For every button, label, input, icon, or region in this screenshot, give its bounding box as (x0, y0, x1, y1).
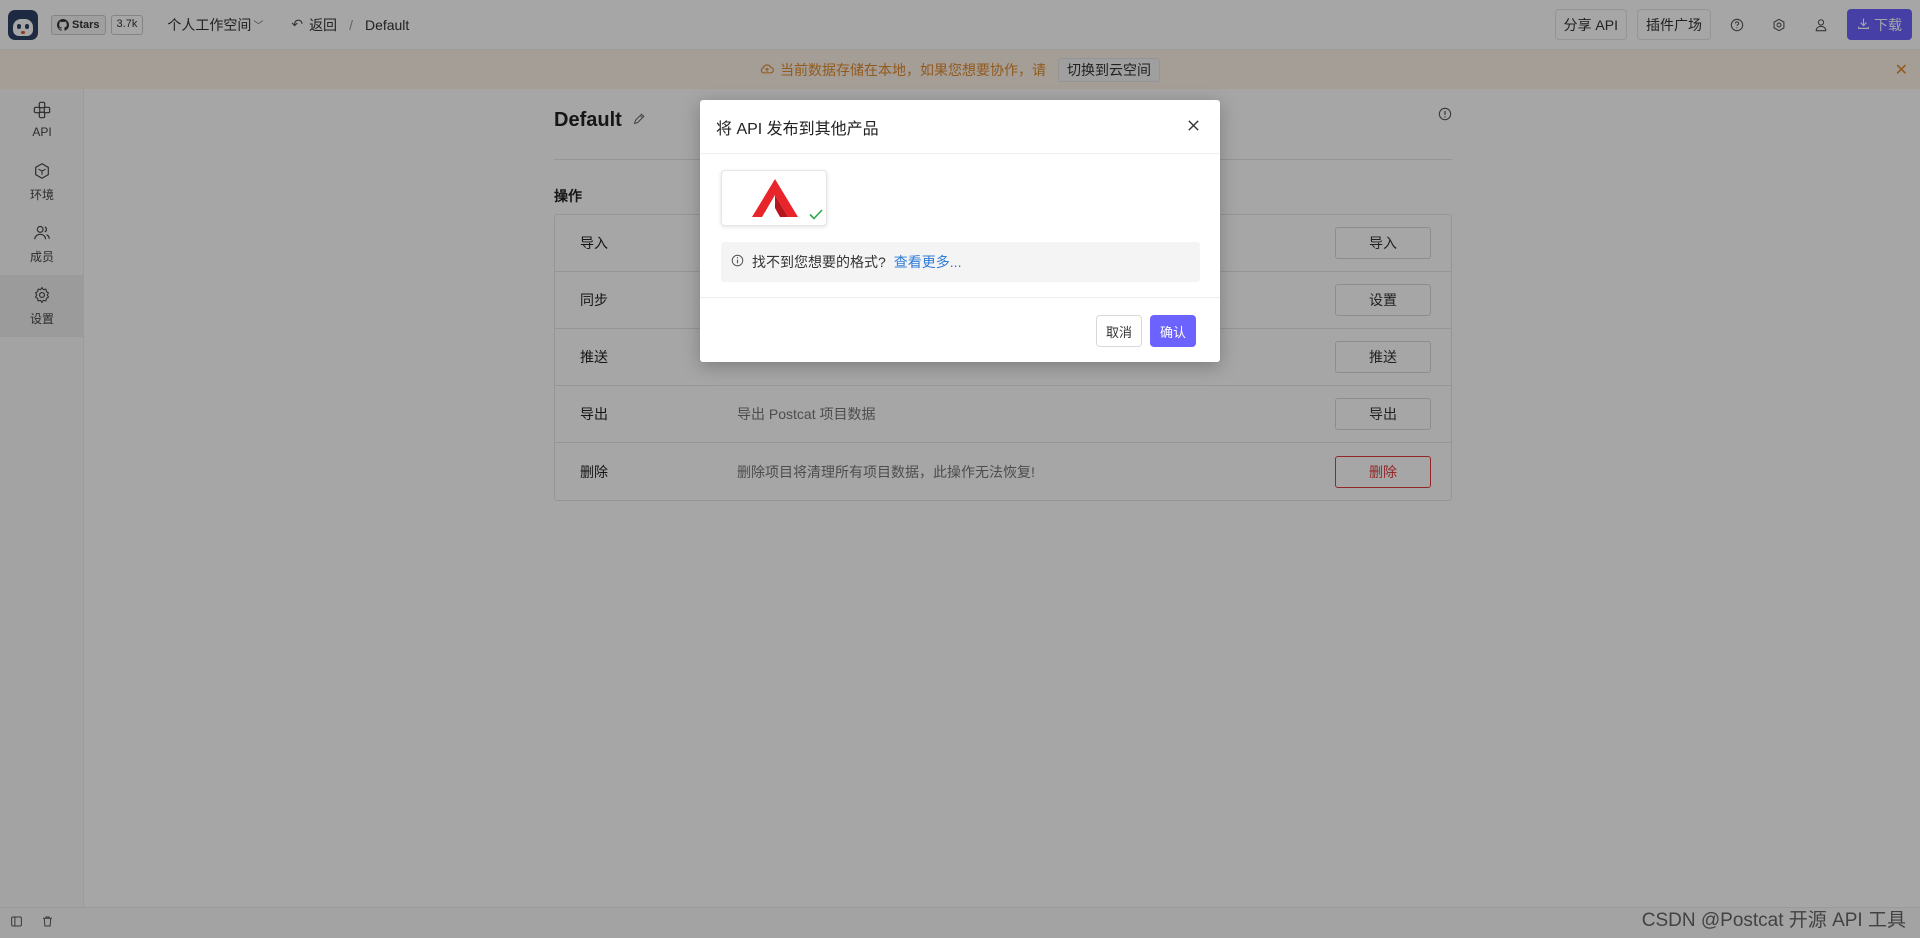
check-icon (808, 207, 824, 224)
publish-api-dialog: 将 API 发布到其他产品 找不到您想要的格式? 查看更多... 取消 确认 (700, 100, 1220, 362)
info-icon (731, 254, 744, 270)
format-hint: 找不到您想要的格式? 查看更多... (721, 242, 1200, 282)
see-more-link[interactable]: 查看更多... (894, 252, 962, 272)
close-icon[interactable] (1187, 116, 1200, 137)
confirm-button[interactable]: 确认 (1150, 315, 1196, 347)
plugin-option-selected[interactable] (721, 170, 827, 226)
dialog-footer-divider (700, 297, 1220, 298)
cancel-button[interactable]: 取消 (1096, 315, 1142, 347)
hint-text: 找不到您想要的格式? (752, 254, 886, 270)
dialog-title: 将 API 发布到其他产品 (700, 100, 1220, 154)
